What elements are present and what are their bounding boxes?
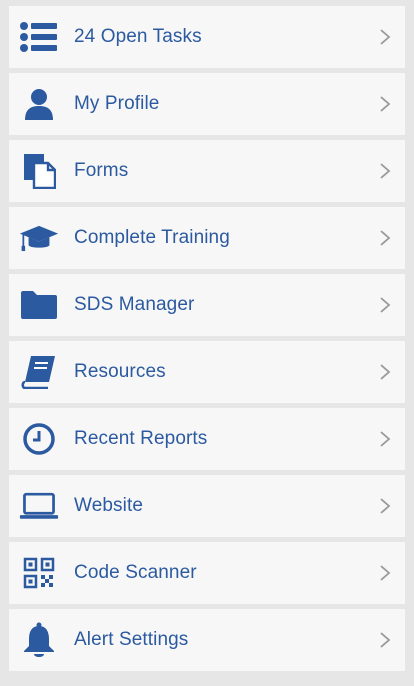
- graduation-cap-icon: [19, 221, 59, 255]
- menu-item-label: Code Scanner: [74, 562, 197, 583]
- documents-icon: [19, 154, 59, 189]
- menu-item-label: Website: [74, 495, 143, 516]
- chevron-right-icon: [380, 230, 391, 246]
- chevron-right-icon: [380, 565, 391, 581]
- menu-item-label: My Profile: [74, 93, 160, 114]
- menu-item-open-tasks[interactable]: 24 Open Tasks: [9, 6, 405, 68]
- menu-item-resources[interactable]: Resources: [9, 341, 405, 403]
- chevron-right-icon: [380, 632, 391, 648]
- chevron-right-icon: [380, 431, 391, 447]
- menu-item-label: Resources: [74, 361, 166, 382]
- menu-item-label: Recent Reports: [74, 428, 208, 449]
- bell-icon: [19, 622, 59, 657]
- menu-item-code-scanner[interactable]: Code Scanner: [9, 542, 405, 604]
- menu-item-label: 24 Open Tasks: [74, 26, 202, 47]
- menu-item-my-profile[interactable]: My Profile: [9, 73, 405, 135]
- menu-item-alert-settings[interactable]: Alert Settings: [9, 609, 405, 671]
- menu-item-recent-reports[interactable]: Recent Reports: [9, 408, 405, 470]
- clock-icon: [19, 422, 59, 456]
- chevron-right-icon: [380, 498, 391, 514]
- menu-item-label: Alert Settings: [74, 629, 189, 650]
- menu-item-sds-manager[interactable]: SDS Manager: [9, 274, 405, 336]
- book-icon: [19, 355, 59, 389]
- chevron-right-icon: [380, 163, 391, 179]
- laptop-icon: [19, 489, 59, 523]
- chevron-right-icon: [380, 364, 391, 380]
- menu-item-complete-training[interactable]: Complete Training: [9, 207, 405, 269]
- menu-item-label: SDS Manager: [74, 294, 195, 315]
- chevron-right-icon: [380, 96, 391, 112]
- main-menu: 24 Open Tasks My Profile Forms Complete …: [4, 4, 410, 682]
- menu-item-label: Complete Training: [74, 227, 230, 248]
- person-icon: [19, 87, 59, 121]
- chevron-right-icon: [380, 297, 391, 313]
- menu-item-forms[interactable]: Forms: [9, 140, 405, 202]
- folder-icon: [19, 288, 59, 322]
- chevron-right-icon: [380, 29, 391, 45]
- menu-item-label: Forms: [74, 160, 129, 181]
- qr-code-icon: [19, 556, 59, 590]
- list-icon: [19, 20, 59, 54]
- menu-item-website[interactable]: Website: [9, 475, 405, 537]
